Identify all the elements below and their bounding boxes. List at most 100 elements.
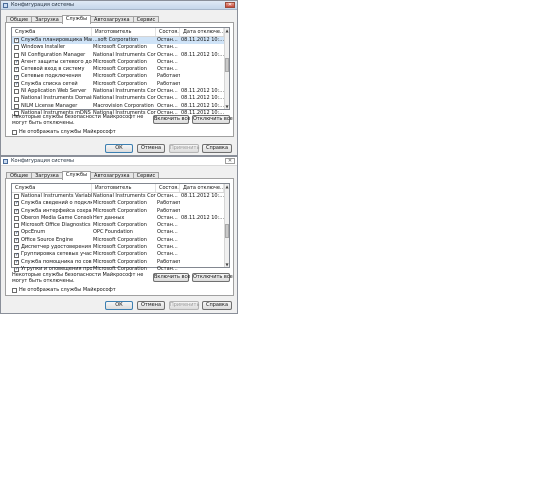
scroll-up-icon[interactable]: ▲: [225, 28, 229, 33]
column-disabled-date[interactable]: Дата отключе...: [180, 28, 224, 36]
cancel-button[interactable]: Отмена: [137, 301, 165, 310]
help-button[interactable]: Справка: [202, 144, 232, 153]
cancel-button[interactable]: Отмена: [137, 144, 165, 153]
vertical-scrollbar[interactable]: ▲ ▼: [224, 28, 229, 109]
service-cell: ✓Служба помощника по совмес...: [12, 259, 92, 266]
column-status[interactable]: Состоя...: [156, 184, 180, 192]
table-row[interactable]: ✓Служба помощника по совмес...Microsoft …: [12, 259, 229, 266]
table-row[interactable]: NI Configuration Manager National Instrum…: [12, 52, 229, 59]
service-checkbox[interactable]: ✓: [14, 67, 19, 73]
service-cell: ✓ Сетевые подключения: [12, 73, 92, 80]
status-cell: Остан...: [157, 51, 178, 58]
service-name: OpcEnum: [21, 229, 46, 236]
title-bar[interactable]: Конфигурация системы ✕: [1, 157, 237, 166]
service-name: Служба сведений о подключе...: [21, 200, 92, 207]
disable-all-button[interactable]: Отключить все: [192, 273, 233, 282]
table-row[interactable]: ✓Группировка сетевых участни...Microsoft…: [12, 251, 229, 258]
table-row[interactable]: ✓ Сетевой вход в систему Microsoft Corpora…: [12, 66, 229, 73]
column-disabled-date[interactable]: Дата отключе...: [180, 184, 224, 192]
service-checkbox[interactable]: ✓: [14, 230, 19, 236]
table-row[interactable]: ✓Агент защиты сетевого доступаMicrosoft …: [12, 59, 229, 66]
service-checkbox[interactable]: ✓: [14, 74, 19, 80]
table-row[interactable]: ✓Служба сведений о подключе...Microsoft …: [12, 200, 229, 207]
hide-ms-services-option[interactable]: Не отображать службы Майкрософт: [12, 129, 116, 135]
service-name: National Instruments Variable En...: [21, 193, 92, 199]
disable-all-button[interactable]: Отключить все: [192, 115, 233, 124]
service-checkbox[interactable]: [14, 52, 19, 58]
hide-ms-services-option[interactable]: Не отображать службы Майкрософт: [12, 287, 116, 293]
service-checkbox[interactable]: [14, 216, 19, 222]
manufacturer-cell: National Instruments Corp...: [93, 95, 156, 102]
scroll-up-icon[interactable]: ▲: [225, 184, 229, 189]
vertical-scrollbar[interactable]: ▲ ▼: [224, 184, 229, 267]
service-checkbox[interactable]: [14, 194, 19, 200]
close-icon[interactable]: ✕: [225, 158, 235, 164]
apply-button[interactable]: Применить: [169, 144, 199, 153]
service-checkbox[interactable]: ✓: [14, 81, 19, 87]
service-checkbox[interactable]: ✓: [14, 201, 19, 207]
help-button[interactable]: Справка: [202, 301, 232, 310]
close-icon[interactable]: ✕: [225, 2, 235, 8]
service-cell: NI Application Web Server: [12, 88, 92, 95]
manufacturer-cell: Macrovision Corporation: [93, 102, 154, 109]
table-row[interactable]: Windows Installer Microsoft Corporation Ос…: [12, 44, 229, 51]
disabled-date-cell: 08.11.2012 10:...: [181, 51, 224, 58]
service-checkbox[interactable]: [14, 45, 19, 51]
manufacturer-cell: Microsoft Corporation: [93, 222, 147, 229]
table-row[interactable]: Oberon Media Game Console ser...Нет данн…: [12, 215, 229, 222]
column-service[interactable]: Служба: [12, 28, 92, 36]
scroll-thumb[interactable]: [225, 58, 229, 72]
table-row[interactable]: ✓Диспетчер удостоверения сет...Microsoft…: [12, 244, 229, 251]
scroll-thumb[interactable]: [225, 224, 229, 238]
disabled-date-cell: 08.11.2012 10:...: [181, 193, 224, 199]
enable-all-button[interactable]: Включить все: [153, 273, 190, 282]
hide-ms-checkbox[interactable]: [12, 129, 17, 135]
column-status[interactable]: Состоя...: [156, 28, 180, 36]
table-row[interactable]: NI Application Web Server National Instru…: [12, 88, 229, 95]
service-checkbox[interactable]: ✓: [14, 259, 19, 265]
service-cell: ✓ Сетевой вход в систему: [12, 66, 92, 73]
table-row[interactable]: ✓ Служба списка сетей Microsoft Corporatio…: [12, 81, 229, 88]
table-row[interactable]: Microsoft Office Diagnostics Se...Micros…: [12, 222, 229, 229]
ok-button[interactable]: ОК: [105, 301, 133, 310]
service-checkbox[interactable]: ✓: [14, 60, 19, 66]
table-row[interactable]: ✓ Сетевые подключения Microsoft Corporatio…: [12, 73, 229, 80]
column-service[interactable]: Служба: [12, 184, 92, 192]
status-cell: Остан...: [157, 222, 178, 229]
table-row[interactable]: National Instruments Variable En...Natio…: [12, 193, 229, 200]
service-checkbox[interactable]: [14, 223, 19, 229]
table-row[interactable]: National Instruments Domain Se...Nationa…: [12, 95, 229, 102]
table-row[interactable]: ✓Служба интерфейса сохранен...Microsoft …: [12, 208, 229, 215]
column-manufacturer[interactable]: Изготовитель: [92, 28, 156, 36]
service-checkbox[interactable]: ✓: [14, 252, 19, 258]
service-checkbox[interactable]: ✓: [14, 38, 19, 44]
service-checkbox[interactable]: ✓: [14, 245, 19, 251]
table-row[interactable]: ✓ OpcEnum OPC Foundation Остан...: [12, 229, 229, 236]
services-list[interactable]: Служба Изготовитель Состоя... Дата отклю…: [11, 27, 230, 117]
service-cell: ✓Группировка сетевых участни...: [12, 251, 92, 258]
service-checkbox[interactable]: [14, 103, 19, 109]
column-manufacturer[interactable]: Изготовитель: [92, 184, 156, 192]
status-cell: Остан...: [157, 251, 178, 258]
status-cell: Работает: [157, 258, 180, 265]
service-checkbox[interactable]: ✓: [14, 237, 19, 243]
hide-ms-checkbox[interactable]: [12, 287, 17, 293]
service-checkbox[interactable]: ✓: [14, 208, 19, 214]
service-checkbox[interactable]: [14, 96, 19, 102]
scroll-down-icon[interactable]: ▼: [225, 262, 229, 267]
status-cell: Работает: [157, 73, 180, 80]
status-cell: Работает: [157, 200, 180, 207]
scroll-down-icon[interactable]: ▼: [225, 104, 229, 109]
service-checkbox[interactable]: [14, 89, 19, 95]
table-row[interactable]: ✓ Office Source Engine Microsoft Corporati…: [12, 237, 229, 244]
enable-all-button[interactable]: Включить все: [153, 115, 190, 124]
apply-button[interactable]: Применить: [169, 301, 199, 310]
ok-button[interactable]: ОК: [105, 144, 133, 153]
tab-services[interactable]: Службы: [61, 171, 92, 180]
services-list[interactable]: Служба Изготовитель Состоя... Дата отклю…: [11, 183, 230, 273]
tab-services[interactable]: Службы: [61, 15, 92, 24]
title-bar[interactable]: Конфигурация системы ✕: [1, 1, 237, 10]
service-name: Сетевые подключения: [21, 73, 81, 80]
table-row[interactable]: ✓Служба планировщика Майкрософт (SC)...s…: [12, 37, 229, 45]
table-row[interactable]: NILM License Manager Macrovision Corporat…: [12, 103, 229, 110]
